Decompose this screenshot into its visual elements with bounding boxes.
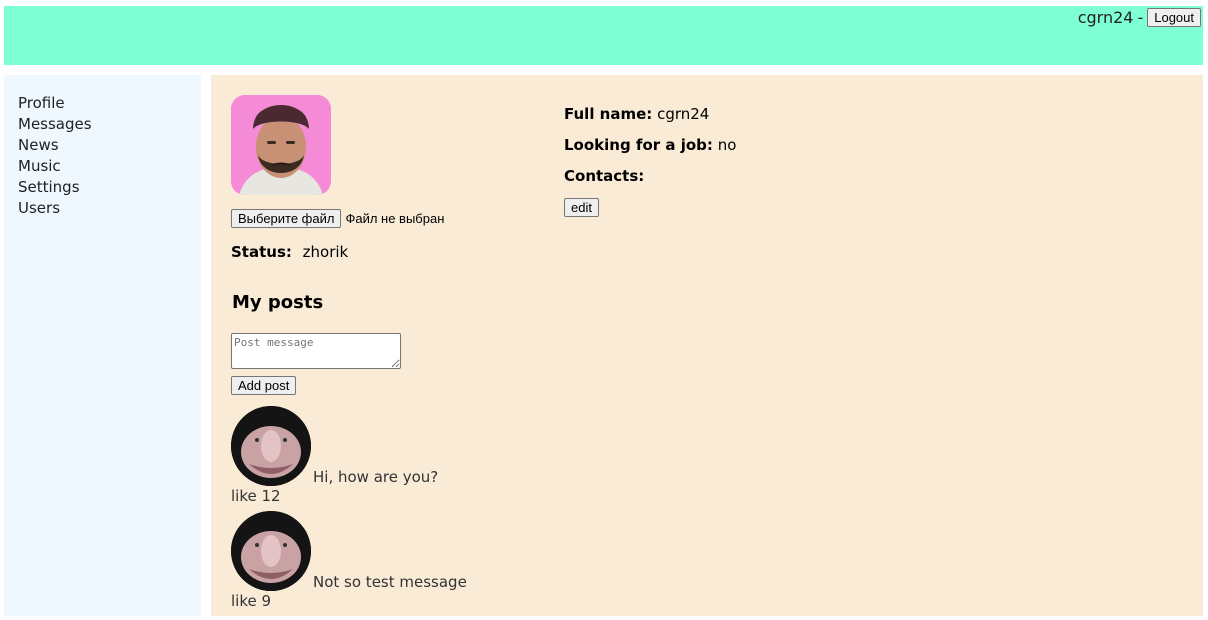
- profile-info: Full name: cgrn24 Looking for a job: no …: [564, 105, 736, 217]
- job-row: Looking for a job: no: [564, 136, 736, 154]
- sidebar-item-profile[interactable]: Profile: [18, 93, 201, 114]
- sidebar-item-messages[interactable]: Messages: [18, 114, 201, 135]
- status-row: Status: zhorik: [231, 243, 348, 261]
- contacts-label: Contacts:: [564, 167, 645, 185]
- login-block: cgrn24 - Logout: [1078, 8, 1201, 27]
- full-name-label: Full name:: [564, 105, 653, 123]
- separator: -: [1137, 8, 1144, 27]
- sidebar-item-users[interactable]: Users: [18, 198, 201, 219]
- posts-title: My posts: [232, 292, 324, 313]
- post-message-input[interactable]: [231, 333, 401, 369]
- job-label: Looking for a job:: [564, 136, 713, 154]
- sidebar-item-news[interactable]: News: [18, 135, 201, 156]
- post-item: Not so test message like 9: [231, 511, 467, 612]
- full-name-value: cgrn24: [657, 105, 710, 123]
- sidebar-item-settings[interactable]: Settings: [18, 177, 201, 198]
- profile-photo: [231, 95, 331, 195]
- file-status: Файл не выбран: [345, 211, 445, 226]
- avatar-upload: Выберите файл Файл не выбран: [231, 209, 444, 228]
- post-message: Hi, how are you?: [313, 468, 439, 486]
- sidebar: Profile Messages News Music Settings Use…: [4, 75, 201, 616]
- logout-button[interactable]: Logout: [1147, 8, 1201, 27]
- post-avatar: [231, 406, 311, 486]
- post-message: Not so test message: [313, 573, 467, 591]
- post-likes[interactable]: like 12: [231, 486, 438, 507]
- full-name-row: Full name: cgrn24: [564, 105, 736, 123]
- status-value[interactable]: zhorik: [303, 243, 349, 261]
- contacts-row: Contacts:: [564, 167, 736, 185]
- sidebar-nav: Profile Messages News Music Settings Use…: [4, 75, 201, 219]
- app-header: cgrn24 - Logout: [4, 6, 1203, 65]
- post-likes[interactable]: like 9: [231, 591, 467, 612]
- edit-button[interactable]: edit: [564, 198, 599, 217]
- profile-avatar: [231, 95, 331, 195]
- job-value: no: [717, 136, 737, 154]
- post-avatar: [231, 511, 311, 591]
- status-label: Status:: [231, 243, 292, 261]
- sidebar-item-music[interactable]: Music: [18, 156, 201, 177]
- add-post-button[interactable]: Add post: [231, 376, 297, 395]
- choose-file-button[interactable]: Выберите файл: [231, 209, 342, 228]
- profile-content: Выберите файл Файл не выбран Status: zho…: [211, 75, 1203, 616]
- username: cgrn24: [1077, 8, 1134, 27]
- post-item: Hi, how are you? like 12: [231, 406, 438, 507]
